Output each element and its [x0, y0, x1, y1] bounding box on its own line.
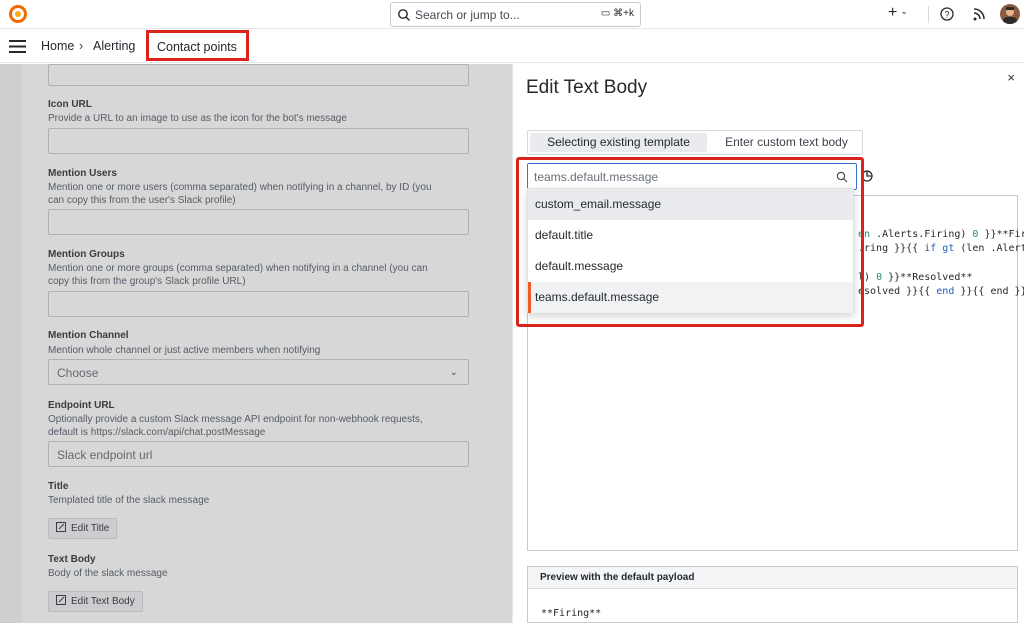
search-placeholder: Search or jump to...	[415, 8, 520, 22]
help-icon[interactable]: ?	[939, 4, 955, 24]
breadcrumb-separator: ›	[79, 39, 84, 53]
template-search-input[interactable]: teams.default.message	[527, 163, 857, 190]
close-icon[interactable]: ×	[1007, 70, 1015, 85]
breadcrumb-contact-points[interactable]: Contact points	[157, 40, 237, 54]
chevron-down-icon: ⌄	[900, 6, 908, 16]
preview-body: **Firing**	[541, 608, 602, 619]
preview-header: Preview with the default payload	[528, 567, 1017, 589]
modal-overlay[interactable]	[0, 64, 512, 623]
divider	[928, 6, 929, 23]
template-option-selected[interactable]: teams.default.message	[528, 282, 853, 313]
code-line: l) 0 }}**Resolved**	[858, 272, 973, 283]
template-option[interactable]: custom_email.message	[528, 189, 853, 220]
template-search-value: teams.default.message	[534, 170, 659, 184]
tab-enter-custom-text-body[interactable]: Enter custom text body	[711, 133, 862, 152]
preview-panel: Preview with the default payload **Firin…	[527, 566, 1018, 623]
edit-text-body-drawer: Edit Text Body × Selecting existing temp…	[512, 63, 1024, 623]
code-line: esolved }}{{ end }}{{ end }}	[858, 286, 1024, 297]
tab-selecting-existing-template[interactable]: Selecting existing template	[530, 133, 707, 152]
svg-text:?: ?	[944, 10, 949, 20]
news-feed-icon[interactable]	[971, 4, 987, 24]
code-line: en .Alerts.Firing) 0 }}**Fir	[858, 229, 1024, 240]
breadcrumb-home[interactable]: Home	[41, 39, 74, 53]
template-option[interactable]: default.title	[528, 220, 853, 251]
new-button[interactable]: + ⌄	[888, 4, 918, 24]
search-bar[interactable]: Search or jump to... ▭ ⌘+k	[390, 2, 641, 27]
search-icon	[836, 171, 848, 183]
template-mode-toggle: Selecting existing template Enter custom…	[527, 130, 863, 155]
plus-icon: +	[888, 4, 898, 21]
template-options-menu: custom_email.message default.title defau…	[527, 188, 854, 313]
grafana-logo-icon[interactable]	[8, 4, 28, 24]
menu-icon[interactable]	[9, 40, 26, 53]
drawer-title: Edit Text Body	[526, 77, 648, 98]
code-line: .ring }}{{ if gt (len .Alert	[858, 243, 1024, 254]
template-option[interactable]: default.message	[528, 251, 853, 282]
breadcrumb-bar: Home › Alerting Contact points	[0, 29, 1024, 63]
user-avatar[interactable]	[1000, 4, 1020, 24]
keyboard-shortcut: ▭ ⌘+k	[600, 8, 634, 19]
search-icon	[398, 9, 410, 21]
highlight-box: Contact points	[146, 30, 249, 61]
breadcrumb-alerting[interactable]: Alerting	[93, 39, 135, 53]
top-navbar: Search or jump to... ▭ ⌘+k + ⌄ ?	[0, 0, 1024, 29]
